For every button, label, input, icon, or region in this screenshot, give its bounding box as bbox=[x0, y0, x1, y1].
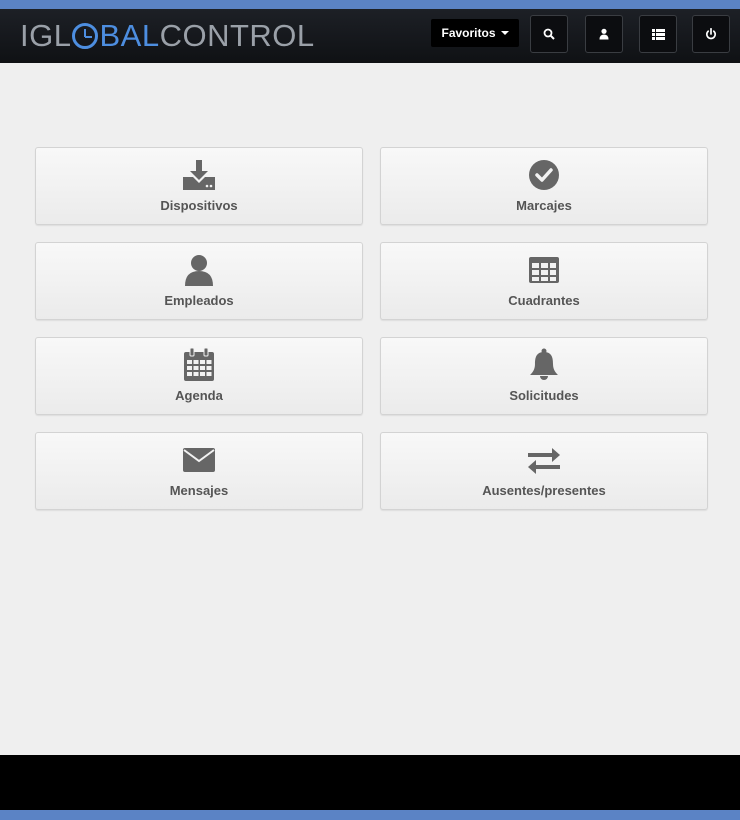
favorites-label: Favoritos bbox=[441, 26, 496, 40]
logo[interactable]: IGL BAL CONTROL bbox=[20, 18, 315, 53]
power-button[interactable] bbox=[692, 15, 730, 53]
bell-icon bbox=[530, 348, 558, 380]
tile-label: Agenda bbox=[175, 388, 223, 403]
main-panel: Dispositivos Marcajes Empleados Cuadrant… bbox=[0, 63, 740, 755]
tile-agenda[interactable]: Agenda bbox=[35, 337, 363, 415]
logo-suffix: CONTROL bbox=[159, 18, 315, 53]
tile-label: Ausentes/presentes bbox=[482, 483, 606, 498]
user-button[interactable] bbox=[585, 15, 623, 53]
tile-label: Empleados bbox=[164, 293, 234, 308]
list-icon bbox=[651, 28, 665, 40]
tile-dispositivos[interactable]: Dispositivos bbox=[35, 147, 363, 225]
tile-label: Solicitudes bbox=[509, 388, 579, 403]
caret-down-icon bbox=[500, 31, 509, 35]
exchange-icon bbox=[528, 448, 560, 474]
logo-prefix: IGL bbox=[20, 18, 72, 53]
navbar: IGL BAL CONTROL Favoritos bbox=[0, 9, 740, 63]
top-accent-bar bbox=[0, 0, 740, 9]
tile-ausentes-presentes[interactable]: Ausentes/presentes bbox=[380, 432, 708, 510]
search-button[interactable] bbox=[530, 15, 568, 53]
table-icon bbox=[529, 257, 559, 283]
tile-cuadrantes[interactable]: Cuadrantes bbox=[380, 242, 708, 320]
tile-label: Marcajes bbox=[516, 198, 572, 213]
search-icon bbox=[543, 28, 555, 40]
envelope-icon bbox=[183, 448, 215, 472]
tile-solicitudes[interactable]: Solicitudes bbox=[380, 337, 708, 415]
clock-icon bbox=[72, 23, 99, 49]
list-button[interactable] bbox=[639, 15, 677, 53]
tile-label: Mensajes bbox=[169, 483, 229, 498]
power-icon bbox=[705, 28, 717, 40]
tile-mensajes[interactable]: Mensajes bbox=[35, 432, 363, 510]
tile-marcajes[interactable]: Marcajes bbox=[380, 147, 708, 225]
favorites-dropdown[interactable]: Favoritos bbox=[431, 19, 519, 47]
user-icon bbox=[185, 255, 213, 286]
user-icon bbox=[599, 28, 609, 40]
logo-middle: BAL bbox=[99, 18, 160, 53]
download-icon bbox=[183, 160, 215, 190]
tile-empleados[interactable]: Empleados bbox=[35, 242, 363, 320]
tile-label: Cuadrantes bbox=[508, 293, 580, 308]
bottom-accent-bar bbox=[0, 810, 740, 820]
check-circle-icon bbox=[529, 160, 559, 190]
tile-label: Dispositivos bbox=[160, 198, 238, 213]
calendar-icon bbox=[184, 348, 214, 381]
